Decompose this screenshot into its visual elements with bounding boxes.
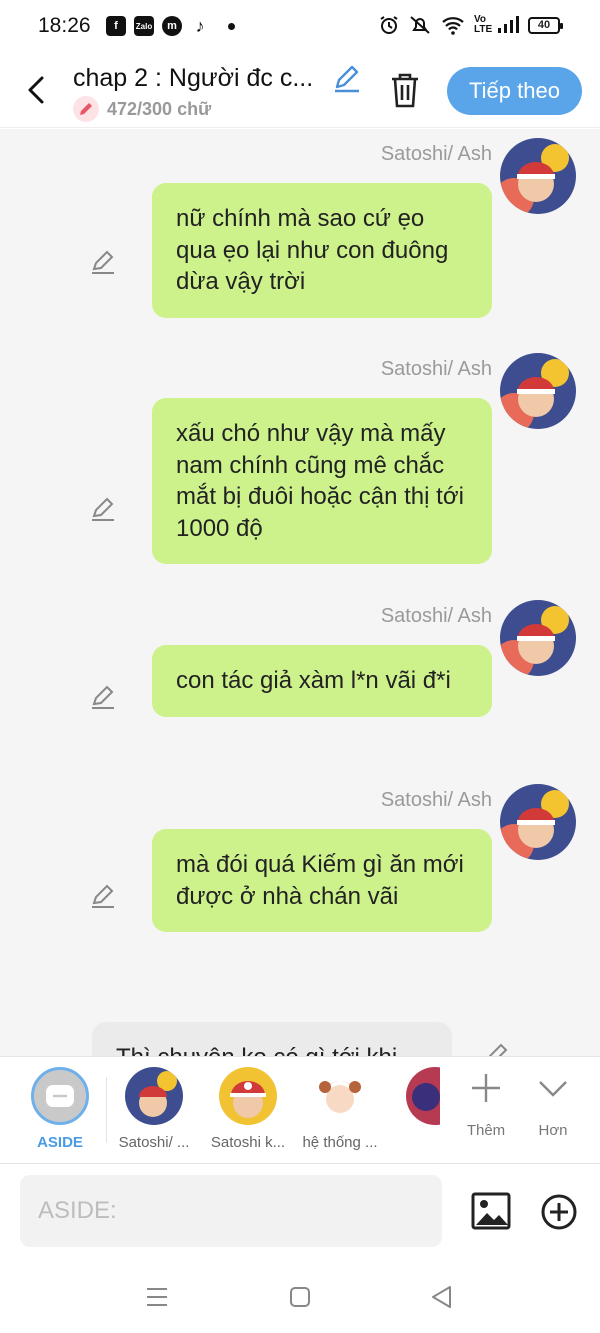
facebook-icon: f (106, 16, 126, 36)
edit-title-button[interactable] (332, 64, 362, 94)
character-partial[interactable] (380, 1067, 440, 1134)
compose-row (0, 1165, 600, 1259)
battery-indicator: 40 (528, 16, 563, 34)
menu-nav-button[interactable] (143, 1283, 171, 1311)
chapter-title[interactable]: chap 2 : Người đc c... (73, 64, 329, 93)
menu-icon (147, 1288, 167, 1306)
alarm-icon (380, 16, 398, 34)
add-character-label: Thêm (466, 1122, 506, 1139)
edit-message-button[interactable] (90, 496, 116, 522)
home-icon (290, 1287, 310, 1307)
character-satoshi-k[interactable]: Satoshi k... (202, 1067, 294, 1151)
status-bar: 18:26 f Zalo m ♪ Vo LTE 40 (0, 0, 600, 56)
system-nav-bar (0, 1259, 600, 1333)
word-count: 472/300 chữ (107, 98, 212, 119)
pencil-icon (335, 65, 359, 93)
avatar[interactable] (500, 784, 576, 860)
signal-icon (498, 16, 519, 33)
plus-icon (472, 1074, 500, 1102)
messenger-icon: m (162, 16, 182, 36)
message-bubble[interactable]: xấu chó như vậy mà mấy nam chính cũng mê… (152, 398, 492, 564)
pencil-icon (92, 884, 114, 908)
character-he-thong[interactable]: hệ thống ... (294, 1067, 386, 1151)
character-label: Satoshi k... (210, 1134, 286, 1151)
avatar (125, 1067, 183, 1125)
status-time: 18:26 (38, 14, 91, 37)
word-count-row: 472/300 chữ (73, 96, 211, 122)
insert-image-button[interactable] (471, 1192, 511, 1230)
message-bubble[interactable]: nữ chính mà sao cứ ẹo qua ẹo lại như con… (152, 183, 492, 318)
edit-message-button[interactable] (484, 1042, 510, 1056)
pencil-icon (92, 685, 114, 709)
edit-message-button[interactable] (90, 883, 116, 909)
speaker-name: Satoshi/ Ash (380, 143, 492, 165)
aside-icon (31, 1067, 89, 1125)
delete-button[interactable] (386, 70, 424, 110)
avatar[interactable] (500, 138, 576, 214)
edit-message-button[interactable] (90, 249, 116, 275)
character-satoshi-ash[interactable]: Satoshi/ ... (108, 1067, 200, 1151)
avatar[interactable] (500, 353, 576, 429)
pencil-badge-icon (73, 96, 99, 122)
home-nav-button[interactable] (286, 1283, 314, 1311)
more-notifications-dot (228, 22, 235, 30)
back-arrow-icon (28, 76, 44, 104)
mute-icon (410, 16, 430, 34)
avatar (219, 1067, 277, 1125)
pencil-icon (488, 1043, 508, 1056)
message-bubble[interactable]: con tác giả xàm l*n vãi đ*i (152, 645, 492, 717)
editor-header: chap 2 : Người đc c... 472/300 chữ Tiếp … (0, 56, 600, 128)
divider (106, 1077, 107, 1143)
pencil-icon (92, 497, 114, 521)
character-aside[interactable]: ASIDE (14, 1067, 106, 1151)
add-button[interactable] (540, 1193, 578, 1231)
wifi-icon (442, 17, 464, 35)
system-icons: Vo LTE 40 (379, 14, 563, 35)
chevron-down-icon (539, 1081, 567, 1097)
tiktok-icon: ♪ (190, 16, 210, 36)
message-bubble[interactable]: mà đói quá Kiếm gì ăn mới được ở nhà chá… (152, 829, 492, 932)
character-label: Satoshi/ ... (118, 1134, 190, 1151)
expand-label: Hơn (538, 1122, 568, 1139)
trash-icon (392, 73, 418, 108)
image-icon (471, 1192, 511, 1230)
triangle-back-icon (432, 1286, 451, 1308)
speaker-name: Satoshi/ Ash (380, 358, 492, 380)
notification-icons: f Zalo m ♪ (106, 16, 235, 36)
back-nav-button[interactable] (428, 1283, 456, 1311)
character-label: ASIDE (37, 1134, 83, 1151)
character-label: hệ thống ... (302, 1134, 378, 1151)
edit-message-button[interactable] (90, 684, 116, 710)
avatar (406, 1067, 440, 1125)
volte-icon: Vo LTE (474, 14, 493, 35)
speaker-name: Satoshi/ Ash (380, 605, 492, 627)
aside-bubble[interactable]: Thì chuyện ko có gì tới khi (92, 1022, 452, 1056)
next-button[interactable]: Tiếp theo (447, 67, 582, 115)
message-input[interactable] (20, 1175, 442, 1247)
expand-characters-button[interactable]: Hơn (523, 1071, 583, 1139)
speaker-name: Satoshi/ Ash (380, 789, 492, 811)
avatar[interactable] (500, 600, 576, 676)
pencil-icon (92, 250, 114, 274)
story-chat-area[interactable]: Satoshi/ Ash nữ chính mà sao cứ ẹo qua ẹ… (0, 129, 600, 1056)
zalo-icon: Zalo (134, 16, 154, 36)
plus-circle-icon (541, 1194, 577, 1230)
add-character-button[interactable]: Thêm (456, 1071, 516, 1139)
avatar (311, 1067, 369, 1125)
back-button[interactable] (22, 72, 52, 108)
character-selector: ASIDE Satoshi/ ... Satoshi k... hệ thống… (0, 1056, 600, 1164)
